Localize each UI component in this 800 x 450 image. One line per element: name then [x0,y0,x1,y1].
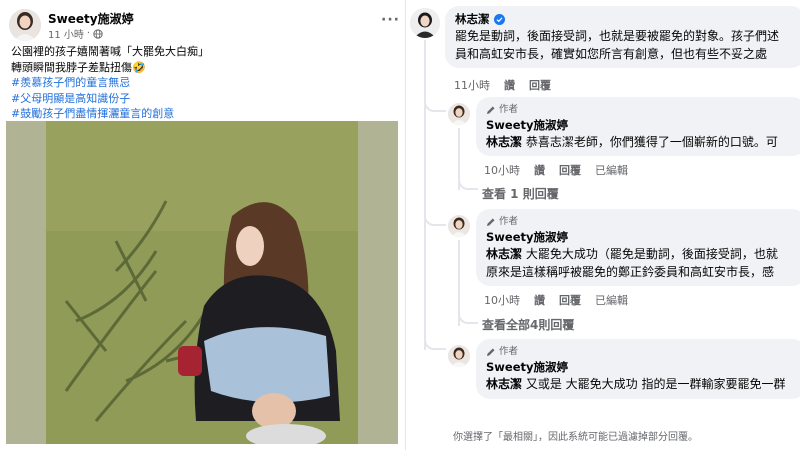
reply-author[interactable]: Sweety施淑婷 [486,360,796,375]
post-time[interactable]: 11 小時 [48,26,84,41]
thread-connector [458,306,478,324]
like-button[interactable]: 讚 [534,292,545,308]
filter-note: 你選擇了「最相關」，因此系統可能已過濾掉部分回覆。 [453,432,698,443]
reply-author-avatar[interactable] [448,215,470,237]
reply-text: 大罷免大成功（罷免是動詞，後面接受詞，也就 [525,247,778,261]
reply-author[interactable]: Sweety施淑婷 [486,118,796,133]
reply-bubble: 作者 Sweety施淑婷 林志潔 大罷免大成功（罷免是動詞，後面接受詞，也就 原… [476,209,800,286]
pencil-icon [487,218,495,226]
post-text-line: 公園裡的孩子嬉鬧著喊「大罷免大白痴」 [11,45,209,58]
thread-connector [424,334,446,350]
author-badge: 作者 [499,104,519,115]
thread-connector [424,210,446,226]
post-text-line: 轉頭瞬間我脖子差點扭傷🤣 [11,60,146,74]
comments-panel: 林志潔 罷免是動詞，後面接受詞，也就是要被罷免的對象。孩子們述 員和高虹安市長，… [406,0,800,450]
author-badge: 作者 [499,216,519,227]
more-dots-icon[interactable]: ··· [381,12,400,28]
mention-link[interactable]: 林志潔 [486,247,522,261]
hashtag-link[interactable]: #羨慕孩子們的童言無忌 [11,75,396,91]
view-replies-link[interactable]: 查看 1 則回覆 [482,185,559,202]
like-button[interactable]: 讚 [504,77,515,93]
commenter-avatar[interactable] [410,8,440,38]
thread-connector [458,172,478,190]
comment-bubble: 林志潔 罷免是動詞，後面接受詞，也就是要被罷免的對象。孩子們述 員和高虹安市長，… [445,6,800,68]
reply-bubble: 作者 Sweety施淑婷 林志潔 恭喜志潔老師，你們獲得了一個嶄新的口號。可 [476,97,800,156]
globe-icon [93,28,103,39]
thread-line [424,40,426,350]
verified-badge-icon [493,14,505,25]
reply-bubble: 作者 Sweety施淑婷 林志潔 又或是 大罷免大成功 指的是一群輸家要罷免一群 [476,339,800,399]
comment-time[interactable]: 11小時 [454,77,490,93]
edited-label: 已編輯 [595,294,628,307]
reply-text: 恭喜志潔老師，你們獲得了一個嶄新的口號。可 [525,135,778,149]
pencil-icon [487,348,495,356]
comment-actions: 11小時 讚 回覆 [454,77,551,93]
mention-link[interactable]: 林志潔 [486,135,522,149]
reply-author[interactable]: Sweety施淑婷 [486,230,796,245]
thread-connector [424,96,446,112]
post-meta: 11 小時 · [48,26,103,41]
pencil-icon [487,106,495,114]
reply-time[interactable]: 10小時 [484,292,520,308]
comment-text: 員和高虹安市長，確實如您所言有創意，但也有些不妥之處 [455,47,768,61]
comment-text: 罷免是動詞，後面接受詞，也就是要被罷免的對象。孩子們述 [455,29,780,43]
author-badge: 作者 [499,346,519,357]
post-body: 公園裡的孩子嬉鬧著喊「大罷免大白痴」 轉頭瞬間我脖子差點扭傷🤣 #羨慕孩子們的童… [11,44,396,122]
post-photo[interactable] [6,121,398,444]
like-button[interactable]: 讚 [534,162,545,178]
hashtag-link[interactable]: #父母明顯是高知識份子 [11,91,396,107]
reply-button[interactable]: 回覆 [559,292,581,308]
reply-actions: 10小時 讚 回覆 已編輯 [484,292,628,308]
post-author-name[interactable]: Sweety施淑婷 [48,10,134,27]
reply-button[interactable]: 回覆 [529,77,551,93]
edited-label: 已編輯 [595,164,628,177]
post-author-avatar[interactable] [9,9,41,41]
comment-author[interactable]: 林志潔 [455,12,490,27]
reply-button[interactable]: 回覆 [559,162,581,178]
view-replies-link[interactable]: 查看全部4則回覆 [482,316,574,333]
reply-author-avatar[interactable] [448,345,470,367]
reply-time[interactable]: 10小時 [484,162,520,178]
mention-link[interactable]: 林志潔 [486,377,522,391]
reply-text: 原來是這樣稱呼被罷免的鄭正鈐委員和高虹安市長，感 [486,265,775,279]
reply-text: 又或是 大罷免大成功 指的是一群輸家要罷免一群 [525,377,786,391]
hashtag-link[interactable]: #鼓勵孩子們盡情揮灑童言的創意 [11,106,396,122]
reply-author-avatar[interactable] [448,103,470,125]
reply-actions: 10小時 讚 回覆 已編輯 [484,162,628,178]
post-card: Sweety施淑婷 11 小時 · ··· 公園裡的孩子嬉鬧著喊「大罷免大白痴」… [0,0,405,450]
